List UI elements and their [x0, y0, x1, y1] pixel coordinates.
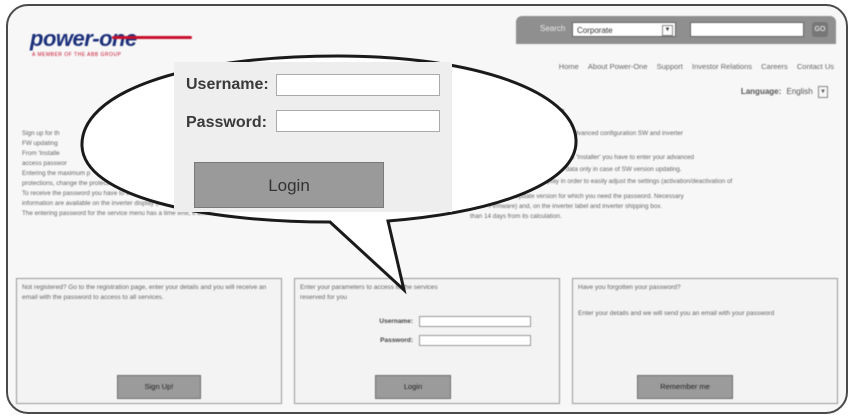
- search-scope-select[interactable]: Corporate ▼: [572, 22, 676, 37]
- nav-item-investor-relations[interactable]: Investor Relations: [692, 62, 752, 71]
- nav-item-support[interactable]: Support: [657, 62, 683, 71]
- paragraph-line: protections, change the protecti: [22, 180, 110, 187]
- paragraph-line: Entering the maximum p: [22, 170, 91, 177]
- sign-up-button[interactable]: Sign Up!: [117, 375, 201, 399]
- register-box: Not registered? Go to the registration p…: [16, 278, 282, 404]
- username-label: Username:: [379, 318, 413, 325]
- zoomed-password-input[interactable]: [276, 110, 440, 132]
- nav-item-about[interactable]: About Power-One: [588, 62, 648, 71]
- language-value: English: [786, 87, 813, 97]
- paragraph-line: FW updating: [22, 140, 58, 147]
- register-text: Not registered? Go to the registration p…: [22, 284, 267, 301]
- forgot-text: Enter your details and we will send you …: [578, 310, 775, 317]
- password-label: Password:: [380, 337, 413, 344]
- nav-item-contact[interactable]: Contact Us: [797, 62, 834, 71]
- paragraph-tail: er display in order to easily adjust the…: [532, 178, 733, 185]
- paragraph-tail: INFORMATION -> Firmware) and, on the inv…: [436, 203, 663, 210]
- paragraph-tail: figuration data only in case of SW versi…: [538, 166, 682, 173]
- paragraph-tail: than 14 days from its calculation.: [470, 213, 562, 220]
- paragraph-line: Sign up for th: [22, 130, 60, 137]
- paragraph-tail: s. To log in as 'Installer' you have to …: [536, 154, 695, 161]
- login-text: Enter your parameters to access to the s…: [300, 284, 438, 301]
- search-label: Search: [540, 24, 566, 33]
- nav-item-home[interactable]: Home: [559, 62, 579, 71]
- zoomed-login-form: Username: Password: Login: [174, 62, 452, 212]
- login-button[interactable]: Login: [375, 375, 451, 399]
- nav-item-careers[interactable]: Careers: [761, 62, 788, 71]
- chevron-down-icon: ▼: [818, 86, 828, 98]
- logo-tagline: A MEMBER OF THE ABB GROUP: [32, 52, 122, 58]
- language-label: Language:: [740, 87, 782, 97]
- password-field[interactable]: [419, 335, 531, 346]
- language-selector[interactable]: Language: English ▼: [741, 86, 828, 98]
- forgot-title: Have you forgotten your password?: [578, 284, 681, 291]
- zoomed-password-label: Password:: [186, 114, 267, 131]
- zoomed-login-button[interactable]: Login: [194, 162, 384, 208]
- logo-brand: power-one: [30, 26, 137, 51]
- chevron-down-icon: ▼: [662, 25, 673, 36]
- login-box: Enter your parameters to access to the s…: [294, 278, 560, 404]
- search-input[interactable]: [690, 22, 804, 37]
- power-one-logo[interactable]: power-one A MEMBER OF THE ABB GROUP: [24, 22, 192, 62]
- paragraph-line: access passwor: [22, 160, 67, 167]
- remember-me-button[interactable]: Remember me: [637, 375, 733, 399]
- zoomed-username-input[interactable]: [276, 74, 440, 96]
- search-bar: Search Corporate ▼ GO: [516, 16, 836, 44]
- logo-swoosh: [112, 36, 192, 39]
- paragraph-line: From 'Installe: [22, 150, 60, 157]
- paragraph-line: To receive the password you have to ente…: [22, 190, 156, 197]
- forgot-password-box: Have you forgotten your password? Enter …: [572, 278, 838, 404]
- main-nav: Home About Power-One Support Investor Re…: [552, 62, 834, 71]
- zoomed-username-label: Username:: [186, 76, 269, 93]
- paragraph-tail: ew download the advanced configuration S…: [522, 130, 684, 137]
- search-go-button[interactable]: GO: [812, 22, 828, 37]
- services-heading: vices?: [541, 107, 565, 116]
- paragraph-tail: ction week) and the Update version for w…: [458, 193, 684, 200]
- search-scope-value: Corporate: [577, 26, 613, 35]
- username-field[interactable]: [419, 316, 531, 327]
